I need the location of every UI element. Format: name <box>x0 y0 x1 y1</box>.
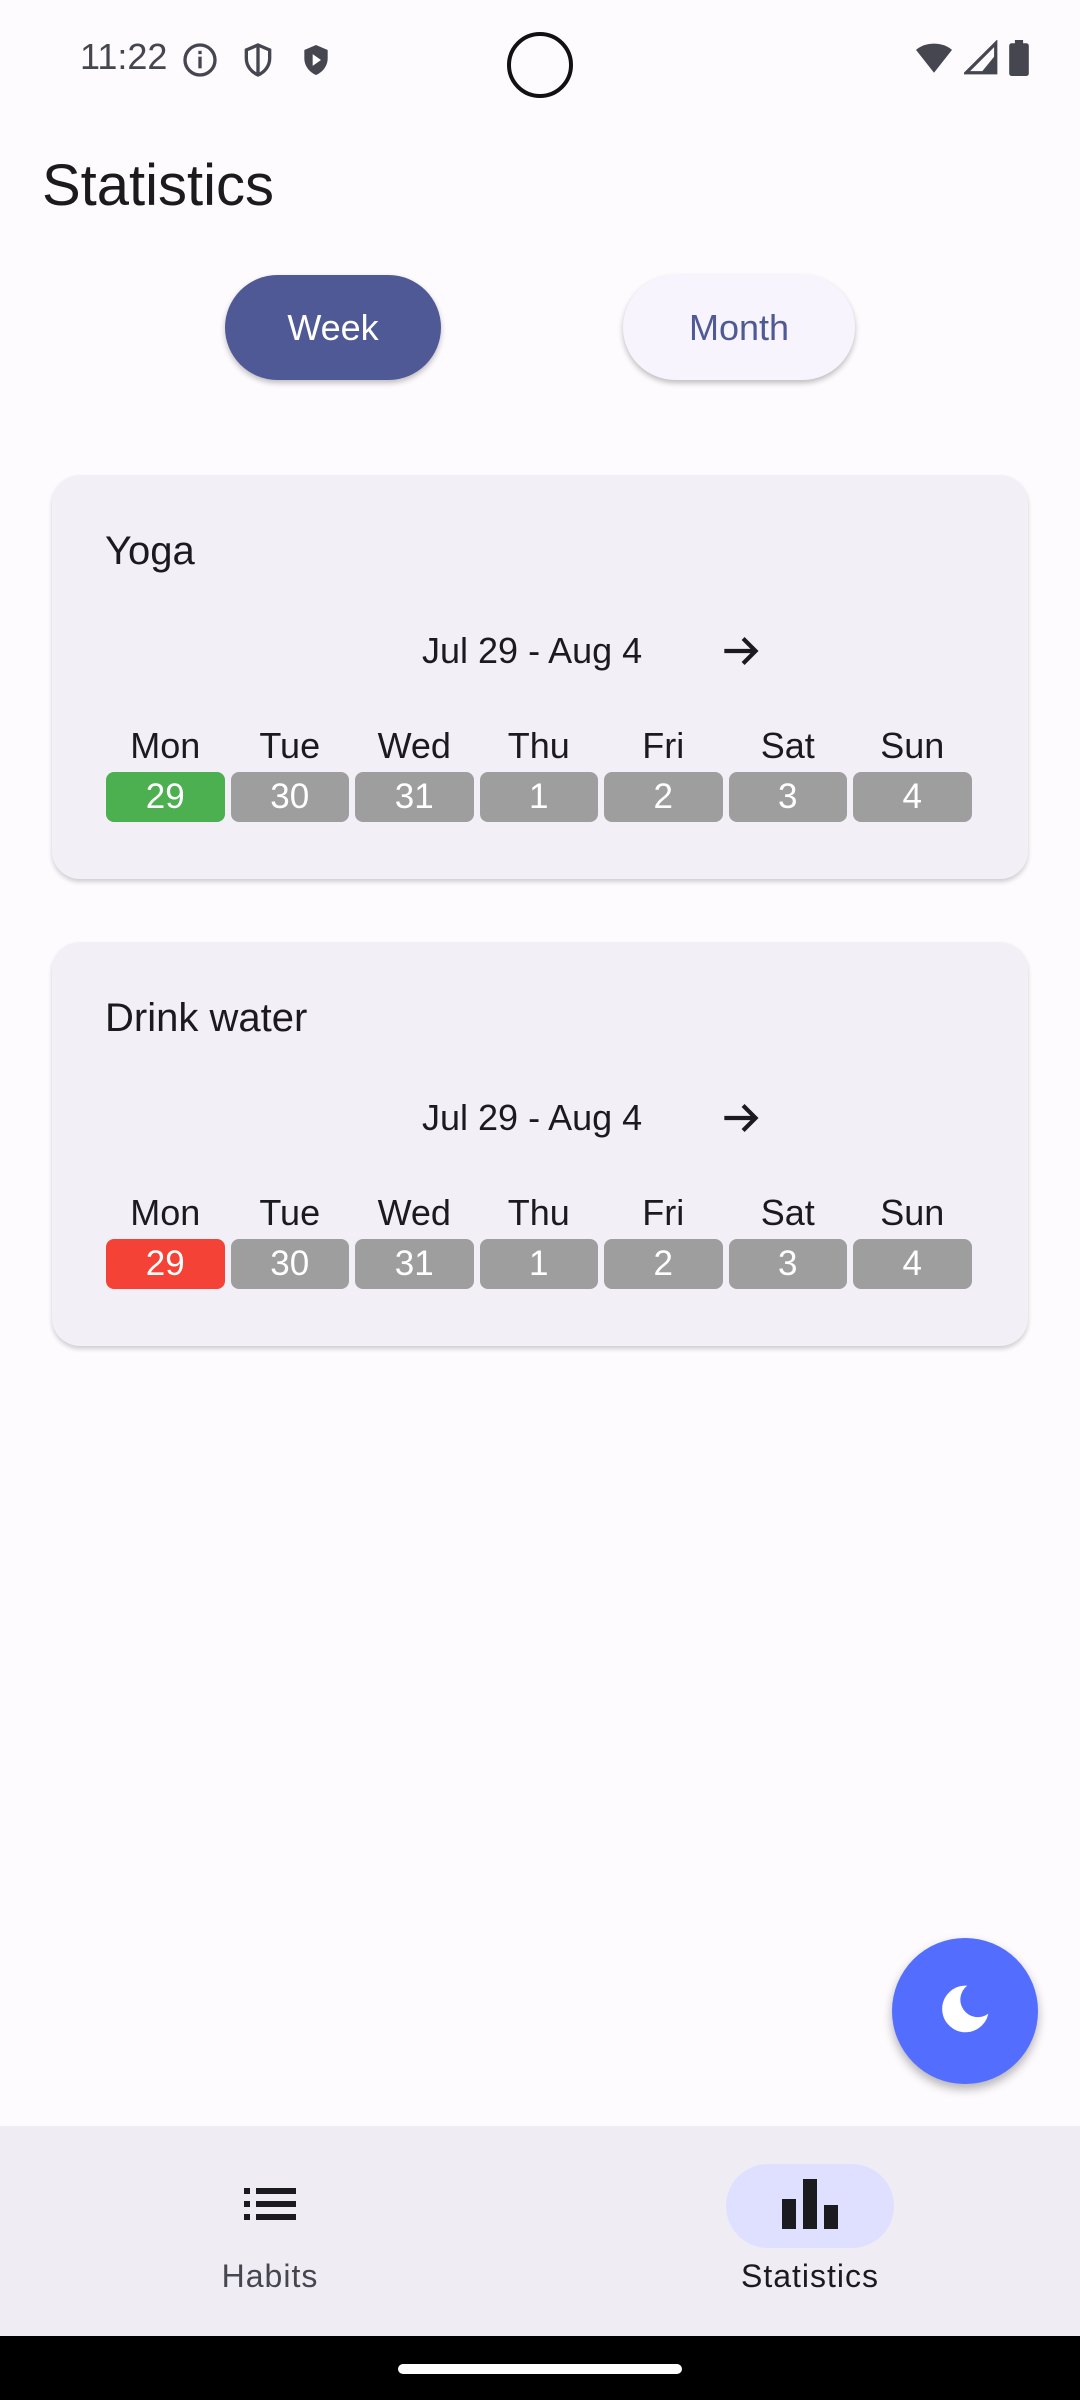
day-cell[interactable]: 29 <box>106 1239 225 1289</box>
home-gesture-handle[interactable] <box>398 2364 682 2374</box>
nav-item-statistics[interactable]: Statistics <box>680 2164 940 2314</box>
day-cell[interactable]: 3 <box>728 772 847 822</box>
day-cells-row: 29 30 31 1 2 3 4 <box>106 1239 972 1289</box>
nav-icon-container-active <box>726 2164 894 2248</box>
day-name: Mon <box>130 1192 201 1233</box>
bar-chart-icon <box>782 2178 838 2234</box>
battery-icon <box>1008 40 1030 76</box>
day-name: Sun <box>880 725 945 766</box>
week-toggle-button[interactable]: Week <box>225 275 441 380</box>
nav-label-statistics: Statistics <box>740 2258 880 2294</box>
day-name: Tue <box>259 725 321 766</box>
day-cell[interactable]: 31 <box>355 1239 474 1289</box>
day-cell[interactable]: 2 <box>604 772 723 822</box>
day-name: Thu <box>507 1192 570 1233</box>
gesture-navigation-bar <box>0 2336 1080 2400</box>
bottom-navigation: Habits Statistics <box>0 2126 1080 2336</box>
habit-name: Yoga <box>105 529 195 573</box>
status-time: 11:22 <box>80 36 168 77</box>
day-cell[interactable]: 4 <box>853 772 972 822</box>
next-week-arrow-icon[interactable] <box>716 626 766 676</box>
day-cell[interactable]: 4 <box>853 1239 972 1289</box>
day-cell[interactable]: 30 <box>230 1239 349 1289</box>
camera-cutout <box>507 32 573 98</box>
status-icons-right <box>914 39 1030 76</box>
next-week-arrow-icon[interactable] <box>716 1093 766 1143</box>
day-cell[interactable]: 1 <box>479 772 598 822</box>
nav-label-habits: Habits <box>221 2258 319 2294</box>
day-name: Wed <box>377 1192 451 1233</box>
habit-stats-card: Yoga Jul 29 - Aug 4 Mon Tue Wed Thu Fri … <box>52 475 1028 879</box>
habit-stats-card: Drink water Jul 29 - Aug 4 Mon Tue Wed T… <box>52 942 1028 1346</box>
day-name: Sun <box>880 1192 945 1233</box>
day-names-row: Mon Tue Wed Thu Fri Sat Sun <box>106 1192 972 1234</box>
week-range-label: Jul 29 - Aug 4 <box>422 630 643 671</box>
day-cell[interactable]: 31 <box>355 772 474 822</box>
month-toggle-button[interactable]: Month <box>623 275 855 380</box>
info-icon <box>180 40 220 80</box>
habit-name: Drink water <box>105 996 308 1040</box>
day-name: Fri <box>642 1192 685 1233</box>
day-name: Thu <box>507 725 570 766</box>
status-bar: 11:22 <box>0 0 1080 120</box>
day-name: Mon <box>130 725 201 766</box>
signal-icon <box>962 39 998 76</box>
day-cell[interactable]: 29 <box>106 772 225 822</box>
week-range-label: Jul 29 - Aug 4 <box>422 1097 643 1138</box>
day-names-row: Mon Tue Wed Thu Fri Sat Sun <box>106 725 972 767</box>
nav-item-habits[interactable]: Habits <box>140 2164 400 2314</box>
day-name: Wed <box>377 725 451 766</box>
day-cells-row: 29 30 31 1 2 3 4 <box>106 772 972 822</box>
day-cell[interactable]: 2 <box>604 1239 723 1289</box>
wifi-icon <box>914 40 954 76</box>
day-cell[interactable]: 3 <box>728 1239 847 1289</box>
day-name: Sat <box>760 725 815 766</box>
play-protect-icon <box>296 40 336 80</box>
nav-icon-container <box>186 2164 354 2248</box>
day-name: Sat <box>760 1192 815 1233</box>
page-title: Statistics <box>42 153 275 218</box>
list-icon <box>244 2182 296 2231</box>
day-name: Tue <box>259 1192 321 1233</box>
status-icons-left <box>180 40 336 80</box>
day-cell[interactable]: 1 <box>479 1239 598 1289</box>
shield-icon <box>238 40 278 80</box>
moon-icon <box>937 1981 993 2042</box>
day-cell[interactable]: 30 <box>230 772 349 822</box>
theme-toggle-fab[interactable] <box>892 1938 1038 2084</box>
day-name: Fri <box>642 725 685 766</box>
